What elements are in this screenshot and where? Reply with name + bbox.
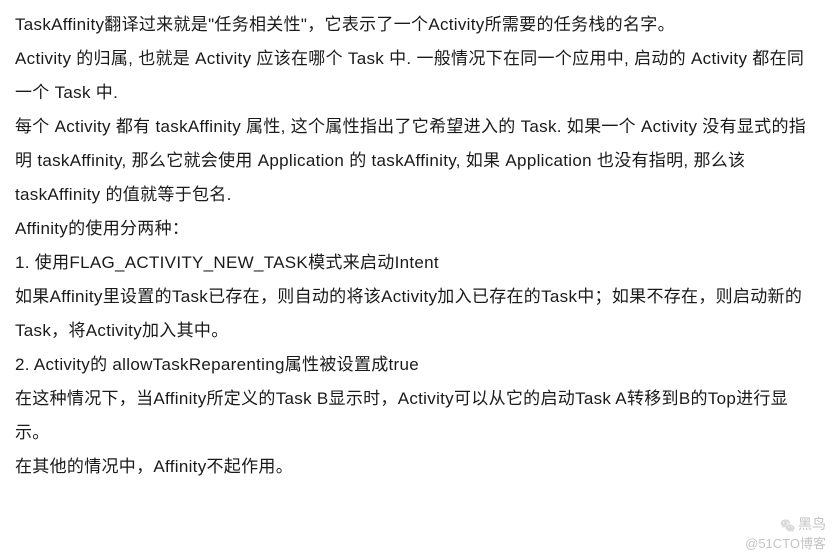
paragraph-8: 在这种情况下，当Affinity所定义的Task B显示时，Activity可以… [15, 382, 821, 450]
paragraph-3: 每个 Activity 都有 taskAffinity 属性, 这个属性指出了它… [15, 110, 821, 212]
watermark-author-name: 黑鸟 [798, 516, 826, 532]
paragraph-9: 在其他的情况中，Affinity不起作用。 [15, 450, 821, 484]
paragraph-2: Activity 的归属, 也就是 Activity 应该在哪个 Task 中.… [15, 42, 821, 110]
paragraph-4: Affinity的使用分两种： [15, 212, 821, 246]
paragraph-1: TaskAffinity翻译过来就是"任务相关性"，它表示了一个Activity… [15, 8, 821, 42]
paragraph-5: 1. 使用FLAG_ACTIVITY_NEW_TASK模式来启动Intent [15, 246, 821, 280]
wechat-icon [780, 518, 796, 534]
paragraph-7: 2. Activity的 allowTaskReparenting属性被设置成t… [15, 348, 821, 382]
watermark-handle: @51CTO博客 [745, 535, 826, 553]
watermark-author: 黑鸟 [745, 515, 826, 535]
watermark: 黑鸟 @51CTO博客 [745, 515, 826, 553]
document-body: TaskAffinity翻译过来就是"任务相关性"，它表示了一个Activity… [15, 8, 821, 484]
paragraph-6: 如果Affinity里设置的Task已存在，则自动的将该Activity加入已存… [15, 280, 821, 348]
